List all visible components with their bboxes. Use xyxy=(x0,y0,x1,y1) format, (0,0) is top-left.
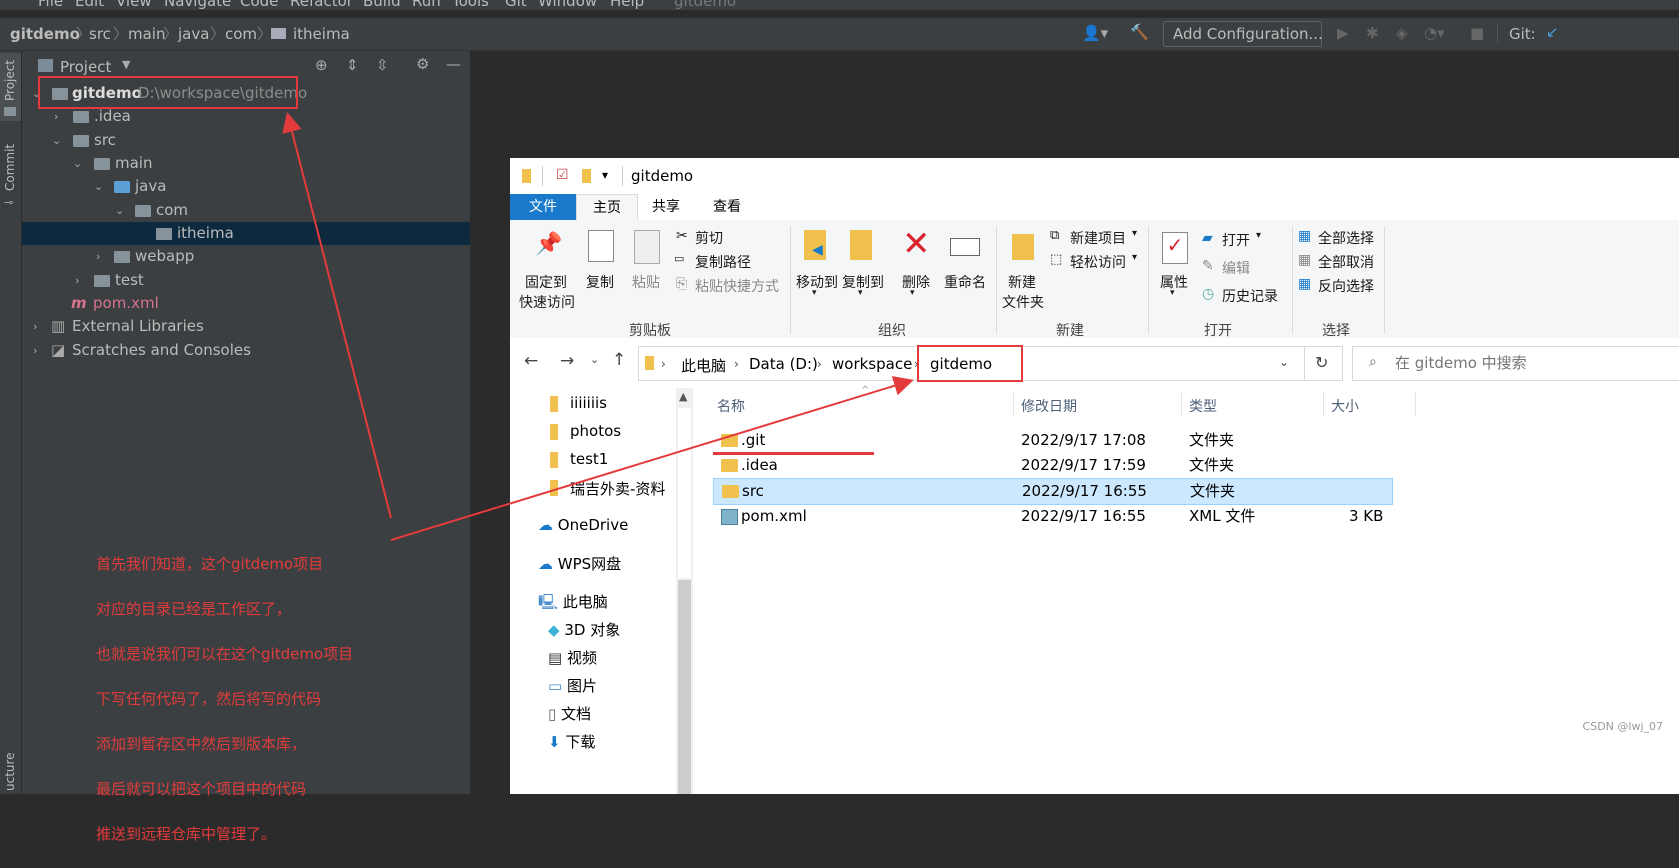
annotation-note: 首先我们知道，这个gitdemo项目 对应的目录已经是工作区了， 也就是说我们可… xyxy=(96,530,396,868)
arrow-to-address-bar xyxy=(390,376,914,541)
watermark: CSDN @lwj_07 xyxy=(1582,720,1663,733)
arrow-to-project-root xyxy=(282,112,392,519)
note-line: 添加到暂存区中然后到版本库， xyxy=(96,734,307,753)
note-line: 对应的目录已经是工作区了， xyxy=(96,599,292,618)
note-line: 下写任何代码了，然后将写的代码 xyxy=(96,689,322,708)
note-line: 也就是说我们可以在这个gitdemo项目 xyxy=(96,644,354,663)
note-line: 推送到远程仓库中管理了。 xyxy=(96,824,277,843)
note-line: 首先我们知道，这个gitdemo项目 xyxy=(96,554,324,573)
note-line: 最后就可以把这个项目中的代码 xyxy=(96,779,307,798)
